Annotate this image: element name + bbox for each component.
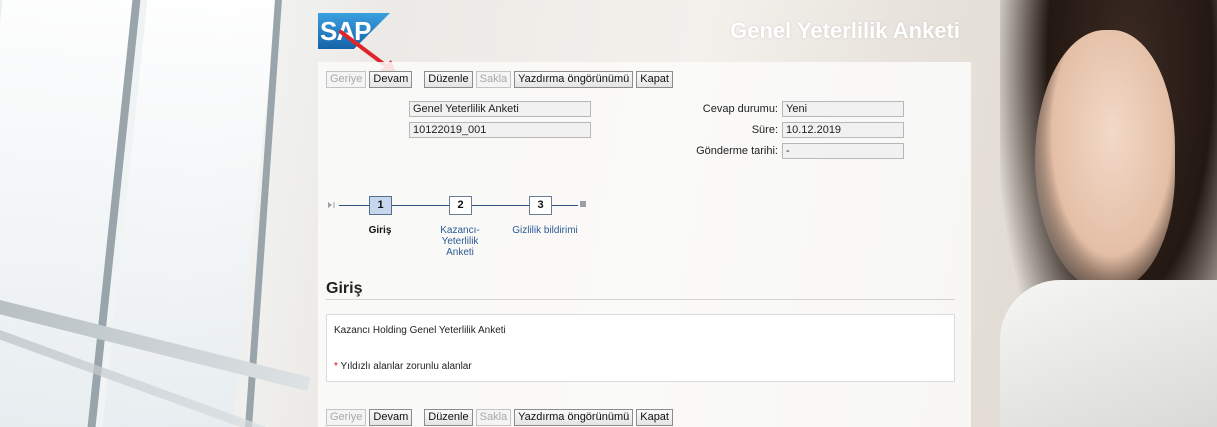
print-preview-button-bottom[interactable]: Yazdırma öngörünümü <box>514 409 634 426</box>
intro-box: Kazancı Holding Genel Yeterlilik Anketi … <box>326 314 955 382</box>
close-button-bottom[interactable]: Kapat <box>636 409 673 426</box>
roadmap-step-1-label[interactable]: Giriş <box>355 225 405 236</box>
required-star: * <box>334 361 338 372</box>
roadmap-step-2-label[interactable]: Kazancı- Yeterlilik Anketi <box>430 225 490 258</box>
continue-button[interactable]: Devam <box>369 71 413 88</box>
submission-date-field: - <box>782 143 904 159</box>
vendor-field: 10122019_001 <box>409 122 591 138</box>
top-toolbar: Geriye Devam Düzenle Sakla Yazdırma öngö… <box>326 71 673 88</box>
back-button-bottom[interactable]: Geriye <box>326 409 367 426</box>
save-button[interactable]: Sakla <box>475 71 512 88</box>
roadmap-start-icon <box>328 202 335 208</box>
intro-text: Kazancı Holding Genel Yeterlilik Anketi <box>334 325 506 336</box>
response-status-label: Cevap durumu: <box>702 103 778 115</box>
bottom-toolbar: Geriye Devam Düzenle Sakla Yazdırma öngö… <box>326 409 673 426</box>
page-title: Genel Yeterlilik Anketi <box>730 18 960 43</box>
edit-button-bottom[interactable]: Düzenle <box>424 409 473 426</box>
qualification-field: Genel Yeterlilik Anketi <box>409 101 591 117</box>
roadmap-end-icon <box>580 201 586 207</box>
required-fields-note: * Yıldızlı alanlar zorunlu alanlar <box>334 361 472 372</box>
duration-label: Süre: <box>751 124 778 136</box>
section-divider <box>326 299 955 300</box>
close-button[interactable]: Kapat <box>636 71 673 88</box>
roadmap-step-1[interactable]: 1 <box>369 196 392 215</box>
section-title: Giriş <box>326 280 363 297</box>
required-note-text: Yıldızlı alanlar zorunlu alanlar <box>340 361 472 372</box>
roadmap-step-3[interactable]: 3 <box>529 196 552 215</box>
roadmap-step-2[interactable]: 2 <box>449 196 472 215</box>
edit-button[interactable]: Düzenle <box>424 71 473 88</box>
back-button[interactable]: Geriye <box>326 71 367 88</box>
save-button-bottom[interactable]: Sakla <box>475 409 512 426</box>
roadmap-step-3-label[interactable]: Gizlilik bildirimi <box>500 225 590 236</box>
response-status-field: Yeni <box>782 101 904 117</box>
continue-button-bottom[interactable]: Devam <box>369 409 413 426</box>
print-preview-button[interactable]: Yazdırma öngörünümü <box>514 71 634 88</box>
submission-date-label: Gönderme tarihi: <box>696 145 778 157</box>
duration-field: 10.12.2019 <box>782 122 904 138</box>
